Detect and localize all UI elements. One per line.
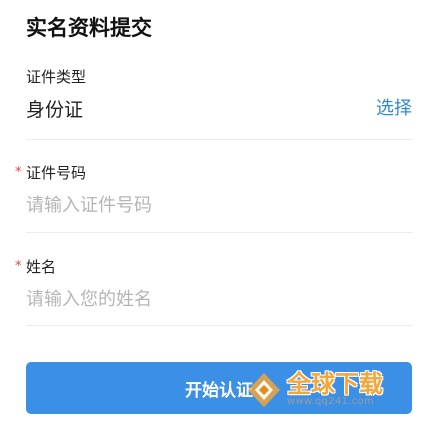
name-field: * 姓名 请输入您的姓名 [15,256,412,311]
name-label-row: * 姓名 [15,256,412,277]
id-type-select-link[interactable]: 选择 [376,94,412,120]
id-number-label-row: * 证件号码 [15,162,412,183]
id-type-label: 证件类型 [26,68,87,86]
page-title: 实名资料提交 [26,16,152,40]
divider [26,139,412,140]
id-number-input[interactable]: 请输入证件号码 [26,191,412,217]
required-mark: * [15,165,22,180]
watermark-logo-icon [248,373,280,407]
watermark: 全球下载 www.qq241.com [245,365,415,415]
name-input[interactable]: 请输入您的姓名 [26,285,412,311]
divider [26,232,412,233]
watermark-title: 全球下载 [287,370,383,399]
required-mark: * [15,259,22,274]
id-number-field: * 证件号码 请输入证件号码 [15,162,412,217]
watermark-text-block: 全球下载 www.qq241.com [287,370,383,408]
identity-form-page: 实名资料提交 证件类型 身份证 选择 * 证件号码 请输入证件号码 * 姓名 请… [0,0,421,421]
start-verification-label: 开始认证 [185,380,253,401]
divider [26,325,412,326]
watermark-url: www.qq241.com [287,396,375,408]
id-number-label: 证件号码 [26,164,87,182]
name-label: 姓名 [26,258,57,276]
id-type-field[interactable]: 证件类型 身份证 选择 [26,66,412,122]
id-type-value: 身份证 [26,99,84,121]
